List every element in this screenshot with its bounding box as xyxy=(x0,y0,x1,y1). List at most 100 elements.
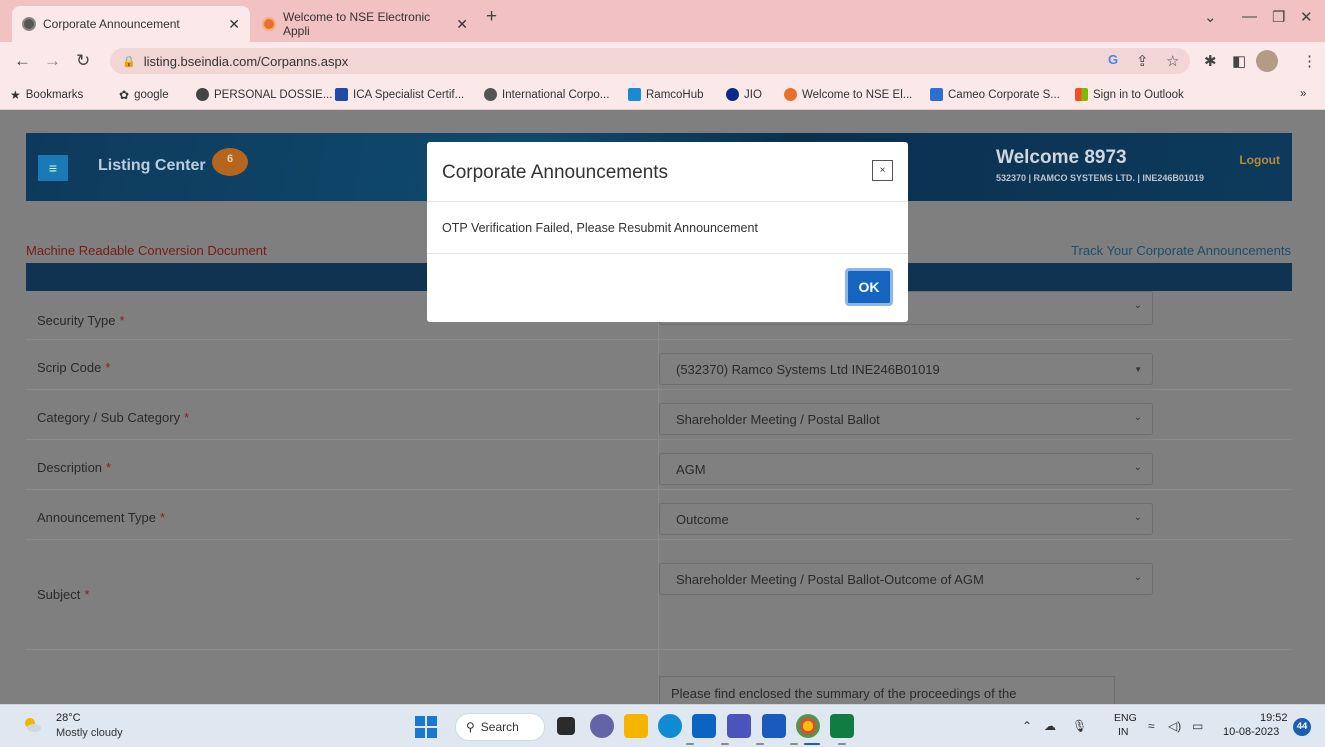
chevron-down-icon: ⌄ xyxy=(1133,572,1142,583)
field-label: Subject * xyxy=(37,587,90,602)
profile-avatar[interactable] xyxy=(1256,50,1278,72)
more-menu-icon[interactable]: ⋮ xyxy=(1302,52,1317,70)
google-g-icon[interactable]: G xyxy=(1108,52,1118,67)
listing-center-title: Listing Center xyxy=(98,157,206,174)
edge-icon[interactable] xyxy=(658,714,682,738)
close-window-icon[interactable]: ✕ xyxy=(1300,8,1313,26)
tab-title: Welcome to NSE Electronic Appli xyxy=(283,10,431,38)
close-icon[interactable]: × xyxy=(872,160,893,181)
bookmark-item[interactable]: ★ Bookmarks xyxy=(10,88,83,102)
teams-chat-icon[interactable] xyxy=(590,714,614,738)
scrip-code-select[interactable]: (532370) Ramco Systems Ltd INE246B01019 … xyxy=(659,353,1153,385)
bookmarks-bar: ★ Bookmarks ✿ google PERSONAL DOSSIE... IC… xyxy=(0,80,1325,110)
logout-link[interactable]: Logout xyxy=(1239,153,1280,167)
tab-nse[interactable]: Welcome to NSE Electronic Appli ✕ xyxy=(252,6,478,42)
bookmark-item[interactable]: ✿ google xyxy=(119,88,169,102)
task-view-icon[interactable] xyxy=(557,717,575,735)
running-indicator xyxy=(686,743,694,745)
restore-icon[interactable]: ❐ xyxy=(1272,8,1285,26)
outlook-icon[interactable] xyxy=(692,714,716,738)
bookmark-item[interactable]: RamcoHub xyxy=(628,88,704,101)
close-tab-icon[interactable]: ✕ xyxy=(228,16,240,33)
tab-search-icon[interactable]: ⌄ xyxy=(1204,8,1217,26)
bookmark-item[interactable]: Sign in to Outlook xyxy=(1075,88,1184,101)
description-select[interactable]: AGM ⌄ xyxy=(659,453,1153,485)
select-value: AGM xyxy=(676,461,706,477)
new-tab-button[interactable]: + xyxy=(486,6,497,28)
taskbar-search[interactable]: ⚲ Search xyxy=(455,713,545,741)
microphone-icon[interactable]: 🎙 xyxy=(1072,719,1087,733)
extensions-icon[interactable]: ✱ xyxy=(1204,52,1217,70)
lock-icon: 🔒 xyxy=(122,55,136,68)
excel-icon[interactable] xyxy=(830,714,854,738)
field-label: Description * xyxy=(37,460,112,475)
onedrive-icon[interactable]: ☁ xyxy=(1044,719,1056,733)
clock-date[interactable]: 10-08-2023 xyxy=(1223,726,1279,738)
address-bar[interactable]: 🔒 listing.bseindia.com/Corpanns.aspx xyxy=(110,48,1190,74)
minimize-icon[interactable]: — xyxy=(1242,8,1257,25)
bookmark-item[interactable]: ICA Specialist Certif... xyxy=(335,88,464,101)
bookmark-star-icon[interactable]: ☆ xyxy=(1166,52,1179,70)
bookmark-item[interactable]: Cameo Corporate S... xyxy=(930,88,1060,101)
weather-desc: Mostly cloudy xyxy=(56,727,123,739)
bookmark-item[interactable]: Welcome to NSE El... xyxy=(784,88,912,101)
teams-icon[interactable] xyxy=(727,714,751,738)
bookmark-label: Cameo Corporate S... xyxy=(948,88,1060,101)
windows-taskbar: 28°C Mostly cloudy ⚲ Search ⌃ ☁ 🎙 ENG IN… xyxy=(0,704,1325,747)
forward-icon[interactable]: → xyxy=(44,51,61,71)
bookmark-item[interactable]: International Corpo... xyxy=(484,88,609,101)
region-indicator[interactable]: IN xyxy=(1118,726,1129,738)
running-indicator xyxy=(721,743,729,745)
field-label: Scrip Code * xyxy=(37,360,111,375)
file-explorer-icon[interactable] xyxy=(624,714,648,738)
bookmark-item[interactable]: JIO xyxy=(726,88,762,101)
back-icon[interactable]: ← xyxy=(14,51,31,71)
side-panel-icon[interactable]: ◧ xyxy=(1232,52,1246,70)
category-select[interactable]: Shareholder Meeting / Postal Ballot ⌄ xyxy=(659,403,1153,435)
announcement-type-select[interactable]: Outcome ⌄ xyxy=(659,503,1153,535)
globe-icon xyxy=(22,17,36,31)
running-indicator xyxy=(838,743,846,745)
crest-icon xyxy=(484,88,497,101)
close-tab-icon[interactable]: ✕ xyxy=(456,16,468,33)
wifi-icon[interactable]: ≈ xyxy=(1148,719,1155,733)
language-indicator[interactable]: ENG xyxy=(1114,712,1137,724)
chevron-down-icon: ⌄ xyxy=(1133,512,1142,523)
summary-textarea[interactable]: Please find enclosed the summary of the … xyxy=(659,676,1115,704)
bookmark-label: International Corpo... xyxy=(502,88,610,101)
announcement-form: Security Type * ⌄ Scrip Code * (532370) Ra… xyxy=(26,291,1292,704)
weather-cloud-icon[interactable] xyxy=(22,715,42,735)
word-icon[interactable] xyxy=(762,714,786,738)
chevron-up-icon[interactable]: ⌃ xyxy=(1022,719,1032,733)
windows-start-icon[interactable] xyxy=(415,716,437,738)
modal-divider xyxy=(427,253,908,254)
menu-icon[interactable]: ≡ xyxy=(38,155,68,181)
chevron-down-icon: ⌄ xyxy=(1133,462,1142,473)
temperature: 28°C xyxy=(56,712,81,724)
field-label: Announcement Type * xyxy=(37,510,166,525)
reload-icon[interactable]: ↻ xyxy=(76,51,90,71)
battery-icon[interactable]: ▭ xyxy=(1192,719,1203,733)
clock-time[interactable]: 19:52 xyxy=(1260,712,1288,724)
mrc-document-link[interactable]: Machine Readable Conversion Document xyxy=(26,243,267,258)
subject-select[interactable]: Shareholder Meeting / Postal Ballot-Outc… xyxy=(659,563,1153,595)
jio-icon xyxy=(726,88,739,101)
notification-count-badge[interactable]: 44 xyxy=(1293,718,1311,736)
ok-button[interactable]: OK xyxy=(845,268,893,306)
share-icon[interactable]: ⇪ xyxy=(1136,52,1149,70)
bookmark-label: Bookmarks xyxy=(25,89,84,101)
running-indicator xyxy=(790,743,798,745)
chrome-icon[interactable] xyxy=(796,714,820,738)
bookmark-item[interactable]: PERSONAL DOSSIE... xyxy=(196,88,332,101)
field-label: Security Type * xyxy=(37,313,125,328)
globe-icon xyxy=(196,88,209,101)
tab-corporate-announcement[interactable]: Corporate Announcement ✕ xyxy=(12,6,250,42)
track-announcements-link[interactable]: Track Your Corporate Announcements xyxy=(1071,243,1291,258)
select-value: Shareholder Meeting / Postal Ballot xyxy=(676,411,880,427)
nse-icon xyxy=(262,17,276,31)
alert-modal: Corporate Announcements × OTP Verificati… xyxy=(427,142,908,322)
select-value: (532370) Ramco Systems Ltd INE246B01019 xyxy=(676,361,940,377)
volume-icon[interactable]: ◁) xyxy=(1168,719,1181,733)
more-bookmarks-button[interactable]: » xyxy=(1300,88,1306,100)
notification-badge[interactable]: 6 xyxy=(212,148,248,176)
